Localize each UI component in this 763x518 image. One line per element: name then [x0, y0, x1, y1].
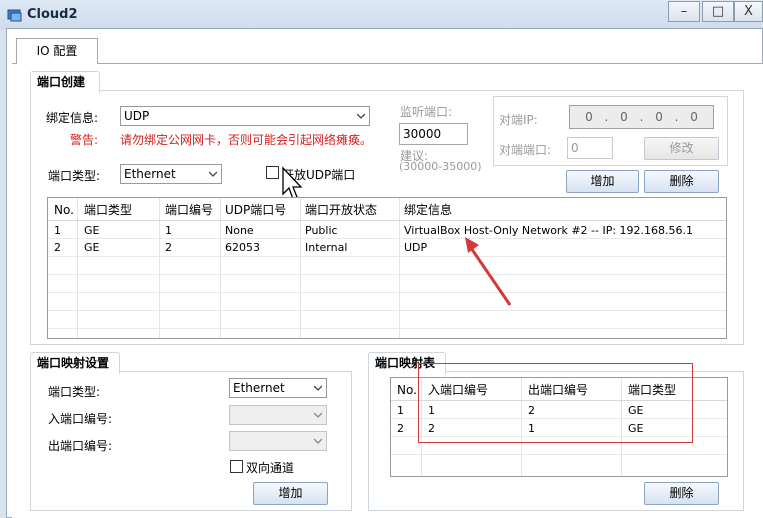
warning-label: 警告: — [70, 133, 99, 147]
binding-select[interactable]: UDP — [120, 106, 370, 126]
out-port-select[interactable] — [229, 431, 327, 451]
peer-port-input[interactable]: 0 — [567, 137, 613, 159]
in-port-label: 入端口编号: — [48, 412, 113, 426]
cell-binding: VirtualBox Host-Only Network #2 -- IP: 1… — [404, 224, 694, 237]
port-type-label: 端口类型: — [48, 169, 101, 183]
cloud-app-icon — [7, 9, 22, 22]
warning-text: 请勿绑定公网网卡，否则可能会引起网络瘫痪。 — [120, 133, 373, 147]
annotation-highlight-box — [418, 363, 693, 443]
chevron-down-icon — [314, 438, 322, 444]
modify-button[interactable]: 修改 — [644, 137, 719, 160]
title-bar[interactable] — [0, 0, 763, 30]
bidirectional-checkbox[interactable] — [230, 460, 243, 473]
out-port-label: 出端口编号: — [48, 439, 113, 453]
delete-mapping-button[interactable]: 删除 — [644, 482, 719, 505]
cell-udp-port: None — [225, 224, 254, 237]
cell-no: 1 — [397, 404, 404, 417]
binding-label: 绑定信息: — [46, 111, 99, 125]
port-create-title: 端口创建 — [30, 71, 100, 93]
window-title: Cloud2 — [27, 7, 78, 22]
mapping-col-header-no[interactable]: No. — [394, 381, 417, 399]
cell-udp-port: 62053 — [225, 241, 260, 254]
chevron-down-icon — [314, 412, 322, 418]
bidirectional-label: 双向通道 — [246, 461, 295, 475]
col-header-open-state[interactable]: 端口开放状态 — [302, 201, 377, 219]
col-header-binding[interactable]: 绑定信息 — [401, 201, 452, 219]
suggest-range: (30000-35000) — [399, 160, 482, 173]
cell-port-type: GE — [84, 241, 100, 254]
add-mapping-button[interactable]: 增加 — [253, 482, 328, 505]
cell-no: 1 — [54, 224, 61, 237]
cell-no: 2 — [397, 422, 404, 435]
cell-no: 2 — [54, 241, 61, 254]
add-port-button[interactable]: 增加 — [566, 170, 639, 193]
port-type-select[interactable]: Ethernet — [120, 164, 222, 184]
peer-ip-label: 对端IP: — [499, 113, 538, 127]
delete-port-button[interactable]: 删除 — [644, 170, 719, 193]
col-header-port-number[interactable]: 端口编号 — [162, 201, 213, 219]
port-mapping-settings-title: 端口映射设置 — [30, 352, 120, 374]
peer-port-label: 对端端口: — [499, 143, 552, 157]
close-button[interactable]: X — [734, 1, 763, 22]
listen-port-input[interactable]: 30000 — [399, 123, 468, 145]
cell-open-state: Internal — [305, 241, 348, 254]
in-port-select[interactable] — [229, 405, 327, 425]
chevron-down-icon — [357, 113, 365, 119]
annotation-arrow-icon — [465, 237, 512, 306]
mapping-port-type-select[interactable]: Ethernet — [229, 378, 327, 398]
cell-port-number: 2 — [165, 241, 172, 254]
chevron-down-icon — [314, 385, 322, 391]
port-type-select-value: Ethernet — [124, 167, 176, 181]
cell-port-type: GE — [84, 224, 100, 237]
col-header-udp-port[interactable]: UDP端口号 — [222, 201, 286, 219]
listen-port-label: 监听端口: — [400, 105, 453, 119]
mapping-port-type-label: 端口类型: — [48, 385, 101, 399]
tab-io-config[interactable]: IO 配置 — [16, 38, 98, 64]
col-header-no[interactable]: No. — [51, 201, 74, 219]
port-table: No. 端口类型 端口编号 UDP端口号 端口开放状态 绑定信息 1 GE 1 … — [47, 197, 727, 339]
peer-ip-input[interactable]: 0 . 0 . 0 . 0 — [569, 105, 714, 129]
cell-port-number: 1 — [165, 224, 172, 237]
cell-binding: UDP — [404, 241, 428, 254]
chevron-down-icon — [209, 171, 217, 177]
cell-open-state: Public — [305, 224, 338, 237]
binding-select-value: UDP — [124, 109, 150, 123]
maximize-button[interactable]: □ — [702, 1, 734, 22]
minimize-button[interactable]: – — [668, 1, 700, 22]
col-header-port-type[interactable]: 端口类型 — [81, 201, 132, 219]
mapping-port-type-value: Ethernet — [233, 381, 285, 395]
open-udp-checkbox[interactable] — [266, 166, 279, 179]
